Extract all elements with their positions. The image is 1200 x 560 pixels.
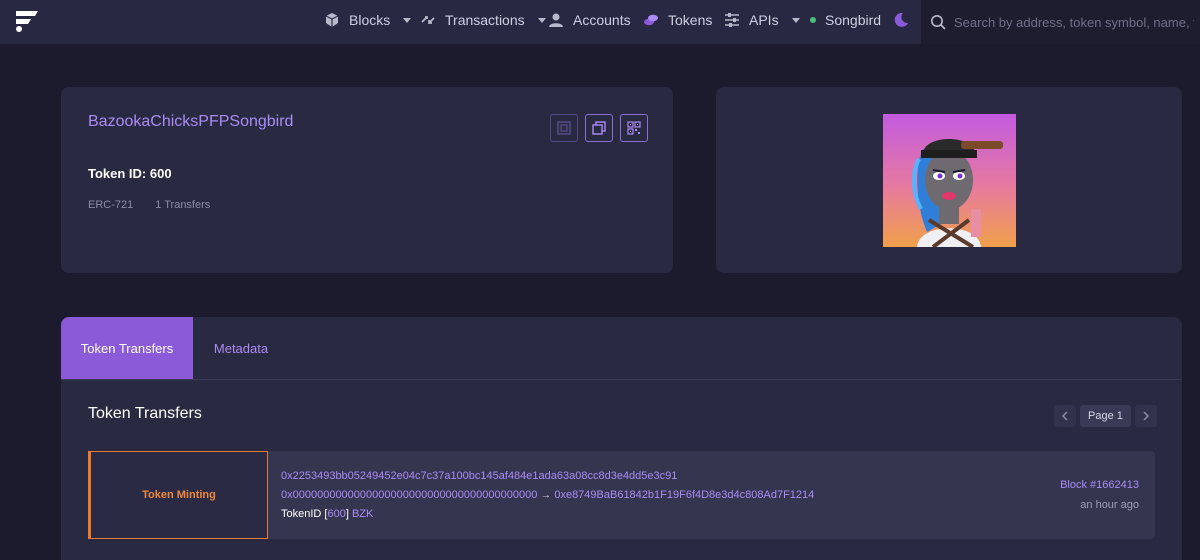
user-icon <box>549 13 563 27</box>
token-id: Token ID: 600 <box>88 166 172 181</box>
token-name: BazookaChicksPFPSongbird <box>88 113 294 130</box>
qr-code-icon <box>627 121 641 135</box>
coins-icon <box>644 14 658 26</box>
token-info-card: BazookaChicksPFPSongbird Token ID: 600 E… <box>61 87 673 273</box>
moon-icon <box>894 12 908 27</box>
transfers-panel: Token Transfers Metadata Token Transfers… <box>61 317 1182 560</box>
token-transfer-count: 1 Transfers <box>155 199 211 211</box>
token-id-prefix: TokenID [ <box>281 508 328 520</box>
transfer-time: an hour ago <box>1080 499 1139 511</box>
block-link[interactable]: Block #1662413 <box>1060 479 1139 491</box>
token-standard: ERC-721 <box>88 199 134 211</box>
nav-blocks-label: Blocks <box>349 12 391 28</box>
copy-button[interactable] <box>585 114 613 142</box>
nft-image[interactable] <box>883 114 1016 247</box>
nav-apis-label: APIs <box>749 12 779 28</box>
nav-blocks[interactable]: Blocks <box>324 0 412 40</box>
from-address-link[interactable]: 0x00000000000000000000000000000000000000… <box>281 489 537 501</box>
nav-accounts[interactable]: Accounts <box>548 0 631 40</box>
transaction-hash-link[interactable]: 0x2253493bb05249452e04c7c37a100bc145af48… <box>281 470 677 482</box>
token-id-link[interactable]: 600 <box>327 508 345 520</box>
nav-tokens-label: Tokens <box>668 12 713 28</box>
token-id-suffix: ] <box>345 508 349 520</box>
cube-icon <box>325 13 339 27</box>
chevron-right-icon <box>1143 411 1149 421</box>
chevron-down-icon <box>403 17 412 23</box>
tab-token-transfers[interactable]: Token Transfers <box>61 317 193 379</box>
transfer-type-badge: Token Minting <box>88 451 268 539</box>
chevron-down-icon <box>791 17 800 23</box>
current-page: Page 1 <box>1080 405 1131 427</box>
transfer-row: Token Minting 0x2253493bb05249452e04c7c3… <box>88 451 1155 539</box>
search-input[interactable] <box>954 14 1194 30</box>
disabled-action-button[interactable] <box>550 114 578 142</box>
nav-accounts-label: Accounts <box>573 12 631 28</box>
transactions-icon <box>421 16 435 24</box>
nav-transactions-label: Transactions <box>445 12 525 28</box>
transfer-addresses: 0x00000000000000000000000000000000000000… <box>281 489 814 501</box>
search-bar <box>921 0 1200 44</box>
chevron-down-icon <box>537 17 546 23</box>
to-address-link[interactable]: 0xe8749BaB61842b1F19F6f4D8e3d4c808Ad7F12… <box>554 489 814 501</box>
token-symbol-link[interactable]: BZK <box>352 508 373 520</box>
chevron-left-icon <box>1061 411 1068 421</box>
pagination: Page 1 <box>1054 405 1157 427</box>
top-navbar: Blocks Transactions Accounts Tokens APIs… <box>0 0 1200 44</box>
sliders-icon <box>725 13 739 27</box>
network-selector[interactable]: Songbird <box>810 0 881 40</box>
theme-toggle[interactable] <box>893 0 909 40</box>
network-status-dot <box>810 17 816 23</box>
search-icon <box>931 15 946 30</box>
qr-code-button[interactable] <box>620 114 648 142</box>
nav-transactions[interactable]: Transactions <box>420 0 546 40</box>
flare-logo[interactable] <box>14 8 40 34</box>
network-label: Songbird <box>825 12 882 28</box>
prev-page-button[interactable] <box>1054 405 1076 427</box>
token-meta: ERC-721 1 Transfers <box>88 199 210 211</box>
tab-divider <box>61 379 1182 380</box>
tab-metadata[interactable]: Metadata <box>193 317 289 379</box>
transfer-token-info: TokenID [600] BZK <box>281 508 373 520</box>
nav-apis[interactable]: APIs <box>724 0 800 40</box>
section-title: Token Transfers <box>88 405 202 422</box>
arrow-right-icon: → <box>540 489 552 501</box>
copy-icon <box>592 121 606 135</box>
token-image-card <box>716 87 1182 273</box>
next-page-button[interactable] <box>1134 405 1157 427</box>
nav-tokens[interactable]: Tokens <box>643 0 712 40</box>
square-icon <box>557 121 571 135</box>
